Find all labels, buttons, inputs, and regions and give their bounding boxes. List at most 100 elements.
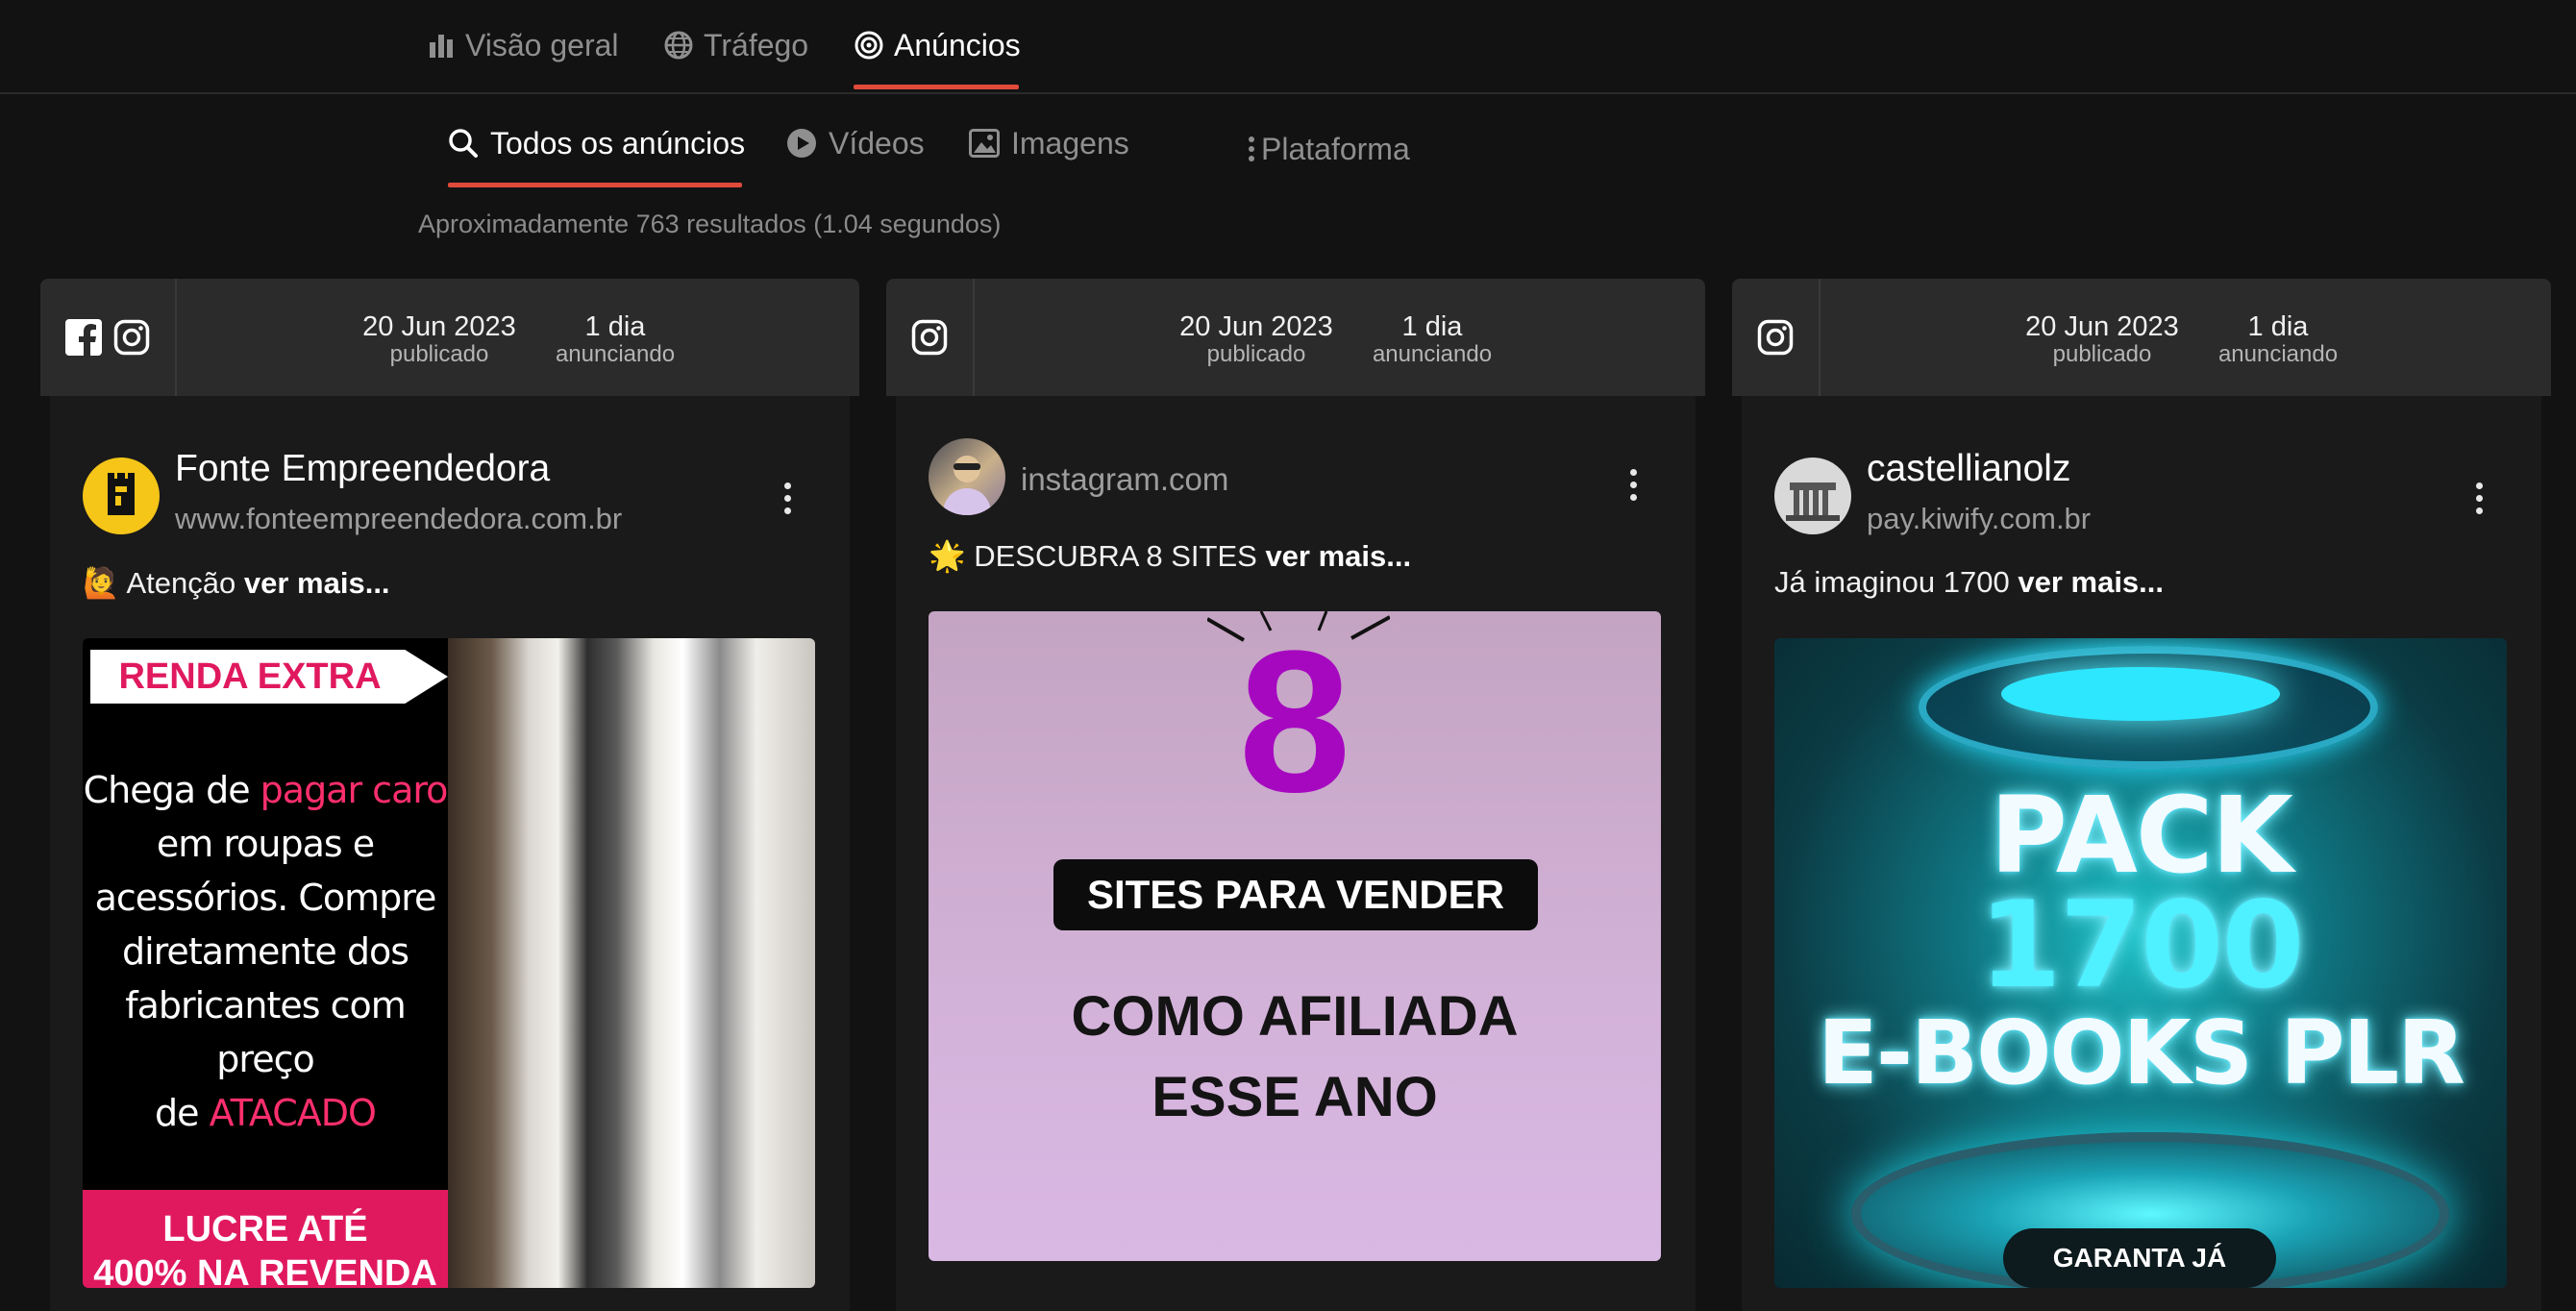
published-stat: 20 Jun 2023 publicado bbox=[358, 311, 521, 367]
subtab-videos[interactable]: Vídeos bbox=[786, 119, 925, 167]
see-more-link[interactable]: ver mais... bbox=[1265, 539, 1411, 573]
published-stat: 20 Jun 2023 publicado bbox=[1175, 311, 1338, 367]
ad-card[interactable]: 20 Jun 2023 publicado 1 dia anunciando i… bbox=[886, 279, 1705, 1311]
copy-highlight: pagar caro bbox=[260, 769, 449, 811]
avatar[interactable] bbox=[929, 438, 1005, 515]
ad-caption: 🙋 Atenção ver mais... bbox=[83, 565, 390, 601]
banner-line: LUCRE ATÉ bbox=[162, 1209, 368, 1249]
tab-label: Visão geral bbox=[465, 27, 619, 62]
caption-text: Já imaginou 1700 bbox=[1774, 565, 2010, 599]
copy-line: de bbox=[155, 1092, 210, 1134]
see-more-link[interactable]: ver mais... bbox=[2018, 565, 2164, 599]
instagram-icon bbox=[113, 319, 150, 356]
duration-label: anunciando bbox=[555, 341, 676, 367]
subtab-todos[interactable]: Todos os anúncios bbox=[448, 119, 745, 167]
creative-line: E-BOOKS PLR bbox=[1817, 1002, 2465, 1104]
copy-line: diretamente dos bbox=[121, 930, 409, 973]
more-options-icon[interactable] bbox=[1630, 469, 1638, 501]
image-icon bbox=[969, 129, 1000, 158]
more-vertical-icon bbox=[1249, 136, 1254, 161]
caption-text: 🌟 DESCUBRA 8 SITES bbox=[929, 539, 1257, 573]
tab-label: Tráfego bbox=[704, 27, 809, 62]
instagram-icon bbox=[1757, 319, 1794, 356]
author-name[interactable]: Fonte Empreendedora bbox=[175, 448, 550, 490]
published-label: publicado bbox=[389, 341, 489, 367]
copy-line: fabricantes com preço bbox=[125, 984, 407, 1080]
ad-card[interactable]: 20 Jun 2023 publicado 1 dia anunciando c… bbox=[1732, 279, 2551, 1311]
ad-card-body: castellianolz pay.kiwify.com.br Já imagi… bbox=[1742, 396, 2541, 1311]
avatar[interactable] bbox=[83, 458, 160, 534]
instagram-icon bbox=[911, 319, 948, 356]
author-domain[interactable]: www.fonteempreendedora.com.br bbox=[175, 502, 622, 536]
author-domain[interactable]: pay.kiwify.com.br bbox=[1867, 502, 2091, 536]
castle-avatar-icon bbox=[1786, 482, 1840, 521]
subtab-plataforma[interactable]: Plataforma bbox=[1248, 125, 1410, 173]
author-domain[interactable]: instagram.com bbox=[1021, 461, 1228, 498]
ad-card-meta: 20 Jun 2023 publicado 1 dia anunciando bbox=[886, 279, 1705, 396]
published-date: 20 Jun 2023 bbox=[2025, 311, 2179, 342]
subtab-label: Imagens bbox=[1011, 125, 1129, 161]
banner-line: 400% NA REVENDA bbox=[93, 1253, 437, 1288]
headline-line: COMO AFILIADA bbox=[1071, 985, 1519, 1048]
clothes-photo bbox=[448, 638, 815, 1288]
person-avatar-icon bbox=[942, 456, 992, 515]
search-icon bbox=[449, 129, 478, 158]
play-circle-icon bbox=[787, 129, 816, 158]
creative-banner: LUCRE ATÉ 400% NA REVENDA bbox=[83, 1190, 448, 1288]
duration-value: 1 dia bbox=[1401, 311, 1463, 342]
fortress-logo-icon bbox=[108, 473, 135, 515]
more-options-icon[interactable] bbox=[784, 482, 792, 514]
tab-visao-geral[interactable]: Visão geral bbox=[427, 21, 619, 69]
ad-card-body: instagram.com 🌟 DESCUBRA 8 SITES ver mai… bbox=[896, 396, 1696, 1311]
platform-icons bbox=[886, 279, 975, 396]
active-tab-indicator bbox=[854, 85, 1019, 89]
duration-value: 1 dia bbox=[584, 311, 646, 342]
copy-line: em roupas e bbox=[156, 823, 375, 865]
subtab-label: Plataforma bbox=[1261, 131, 1410, 166]
subtab-imagens[interactable]: Imagens bbox=[969, 119, 1129, 167]
ad-card[interactable]: 20 Jun 2023 publicado 1 dia anunciando F… bbox=[40, 279, 859, 1311]
more-options-icon[interactable] bbox=[2476, 482, 2484, 514]
see-more-link[interactable]: ver mais... bbox=[244, 566, 390, 600]
copy-line: Chega de bbox=[83, 769, 260, 811]
copy-highlight: ATACADO bbox=[209, 1092, 377, 1134]
ad-creative-image[interactable]: PACK 1700 E-BOOKS PLR GARANTA JÁ bbox=[1774, 638, 2507, 1288]
top-nav: Visão geral Tráfego Anúncios bbox=[0, 0, 2576, 94]
globe-icon bbox=[664, 31, 693, 60]
facebook-icon bbox=[65, 319, 102, 356]
published-date: 20 Jun 2023 bbox=[1179, 311, 1333, 342]
duration-label: anunciando bbox=[1372, 341, 1493, 367]
tab-anuncios[interactable]: Anúncios bbox=[854, 21, 1021, 69]
duration-label: anunciando bbox=[2217, 341, 2339, 367]
published-label: publicado bbox=[2052, 341, 2152, 367]
ad-card-body: Fonte Empreendedora www.fonteempreendedo… bbox=[50, 396, 850, 1311]
tab-label: Anúncios bbox=[894, 27, 1021, 62]
bar-chart-icon bbox=[430, 35, 453, 58]
creative-pill: SITES PARA VENDER bbox=[1053, 859, 1538, 930]
cta-button[interactable]: GARANTA JÁ bbox=[2003, 1228, 2276, 1288]
duration-stat: 1 dia anunciando bbox=[548, 311, 682, 367]
copy-line: acessórios. Compre bbox=[94, 877, 437, 919]
target-icon bbox=[855, 31, 883, 60]
duration-value: 1 dia bbox=[2247, 311, 2309, 342]
ad-card-meta: 20 Jun 2023 publicado 1 dia anunciando bbox=[1732, 279, 2551, 396]
ad-caption: 🌟 DESCUBRA 8 SITES ver mais... bbox=[929, 538, 1411, 574]
ad-creative-image[interactable]: 8 SITES PARA VENDER COMO AFILIADA ESSE A… bbox=[929, 611, 1661, 1261]
creative-headline: COMO AFILIADA ESSE ANO bbox=[929, 977, 1661, 1138]
subtab-label: Vídeos bbox=[829, 125, 925, 161]
platform-icons bbox=[1732, 279, 1821, 396]
ad-card-meta: 20 Jun 2023 publicado 1 dia anunciando bbox=[40, 279, 859, 396]
avatar[interactable] bbox=[1774, 458, 1851, 534]
creative-line: PACK bbox=[1990, 774, 2293, 897]
published-date: 20 Jun 2023 bbox=[362, 311, 516, 342]
tab-trafego[interactable]: Tráfego bbox=[663, 21, 808, 69]
ad-creative-image[interactable]: RENDA EXTRA Chega de pagar caro em roupa… bbox=[83, 638, 815, 1288]
subtab-label: Todos os anúncios bbox=[490, 125, 746, 161]
author-name[interactable]: castellianolz bbox=[1867, 448, 2070, 490]
caption-text: 🙋 Atenção bbox=[83, 566, 236, 600]
creative-copy: Chega de pagar caro em roupas e acessóri… bbox=[83, 763, 449, 1140]
ad-caption: Já imaginou 1700 ver mais... bbox=[1774, 565, 2164, 600]
duration-stat: 1 dia anunciando bbox=[2211, 311, 2345, 367]
platform-icons bbox=[40, 279, 177, 396]
platform-top-glow bbox=[2001, 667, 2280, 721]
